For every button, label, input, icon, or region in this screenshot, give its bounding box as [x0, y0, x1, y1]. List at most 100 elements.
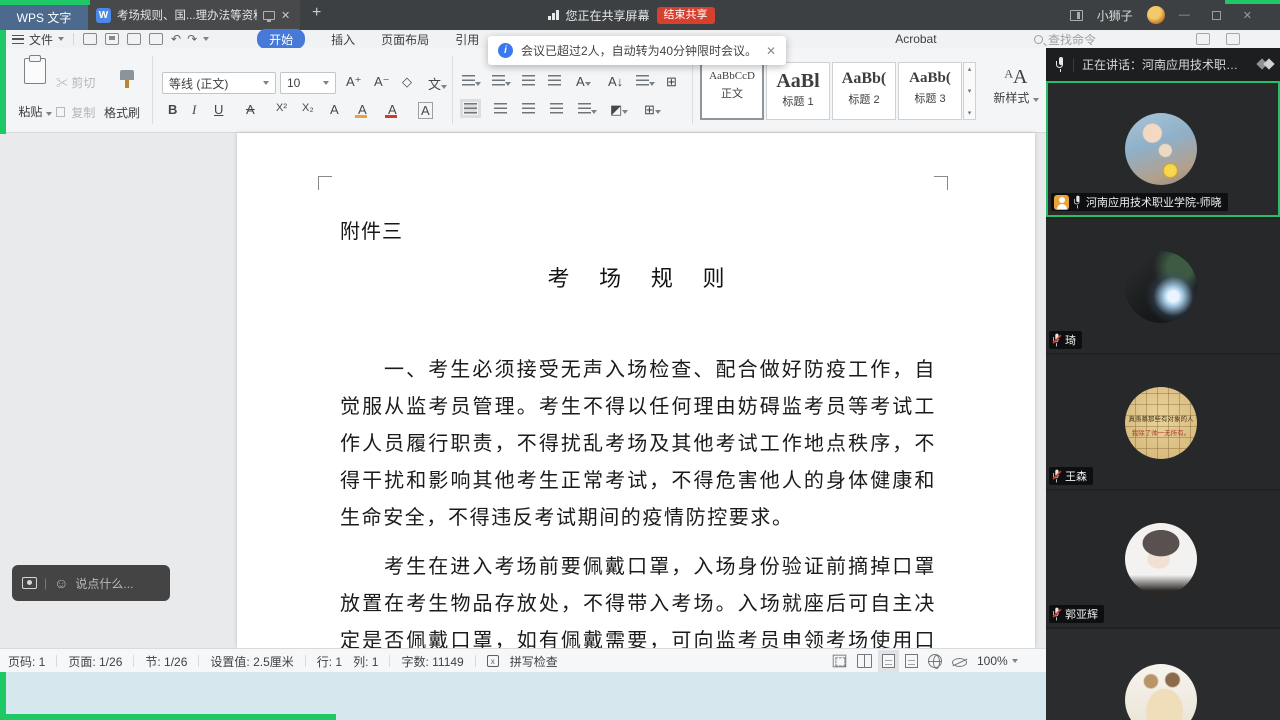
shrink-font-button[interactable]: A⁻: [374, 74, 390, 90]
participant-tile[interactable]: 郭亚辉: [1046, 491, 1280, 627]
fullscreen-view-icon[interactable]: [833, 655, 847, 668]
decrease-indent-button[interactable]: [522, 74, 535, 89]
settings-gear-icon[interactable]: [1226, 33, 1240, 45]
help-icon[interactable]: [1196, 33, 1210, 45]
style-heading3[interactable]: AaBb( 标题 3: [898, 62, 962, 120]
command-search[interactable]: 查找命令: [1034, 31, 1096, 48]
align-center-button[interactable]: [494, 102, 507, 117]
end-share-button[interactable]: 结束共享: [657, 7, 715, 24]
outline-view-icon[interactable]: [905, 654, 918, 668]
two-page-view-icon[interactable]: [857, 654, 872, 668]
hamburger-icon: [12, 35, 24, 44]
search-placeholder: 查找命令: [1048, 31, 1096, 48]
format-painter-icon[interactable]: [120, 70, 134, 80]
toast-close-icon[interactable]: ✕: [766, 44, 776, 58]
new-style-button[interactable]: ᴬA 新样式: [990, 66, 1042, 106]
superscript-button[interactable]: X²: [276, 102, 287, 114]
status-page[interactable]: 页面: 1/26: [68, 653, 122, 670]
italic-button[interactable]: I: [192, 102, 196, 118]
side-panel-icon[interactable]: [1070, 10, 1083, 21]
style-gallery-scroll[interactable]: ▴▾▾: [963, 62, 976, 120]
print-icon[interactable]: [127, 33, 141, 45]
participant-name: 郭亚辉: [1065, 606, 1098, 622]
shading-button[interactable]: ◩: [610, 102, 628, 118]
close-window-button[interactable]: ✕: [1243, 9, 1252, 22]
quickbar-more-icon[interactable]: [203, 37, 209, 41]
increase-indent-button[interactable]: [548, 74, 561, 89]
wps-titlebar: WPS 文字 W 考场规则、国...理办法等资料 ✕ + 您正在共享屏幕 结束共…: [0, 0, 1280, 30]
ribbon-tab-references[interactable]: 引用: [455, 31, 479, 48]
format-painter-button[interactable]: 格式刷: [104, 104, 140, 121]
paste-icon[interactable]: [24, 58, 46, 84]
borders-button[interactable]: ⊞: [644, 102, 661, 118]
print-preview-icon[interactable]: [149, 33, 163, 45]
open-file-icon[interactable]: [83, 33, 97, 45]
participant-tile[interactable]: 河南应用技术职业学院-师晓: [1046, 81, 1280, 217]
user-avatar[interactable]: [1147, 6, 1165, 24]
number-list-button[interactable]: [492, 74, 511, 89]
meeting-chat-bubble[interactable]: | ☺ 说点什么...: [12, 565, 170, 601]
document-title: 考 场 规 则: [237, 261, 1035, 293]
file-menu[interactable]: 文件: [0, 31, 64, 48]
minimize-button[interactable]: —: [1179, 9, 1190, 21]
justify-button[interactable]: [550, 102, 563, 117]
underline-button[interactable]: U: [214, 102, 223, 117]
print-layout-view-icon[interactable]: [882, 654, 895, 668]
spellcheck-icon: x: [487, 655, 499, 667]
redo-icon[interactable]: ↷: [187, 32, 197, 46]
screen-share-monitor-icon: [263, 11, 275, 20]
character-scale-button[interactable]: A: [576, 74, 591, 89]
web-layout-view-icon[interactable]: [928, 654, 942, 668]
participant-tile[interactable]: [1046, 629, 1280, 720]
ribbon-tab-acrobat[interactable]: Acrobat: [895, 32, 936, 46]
status-word-count[interactable]: 字数: 11149: [401, 653, 463, 670]
style-normal[interactable]: AaBbCcD 正文: [700, 62, 764, 120]
app-home-tab[interactable]: WPS 文字: [0, 5, 88, 30]
zoom-control[interactable]: 100%: [977, 654, 1018, 668]
maximize-button[interactable]: [1212, 11, 1221, 20]
clear-format-icon[interactable]: ◇: [402, 74, 412, 90]
align-right-button[interactable]: [522, 102, 535, 117]
text-effects-button[interactable]: A: [330, 102, 339, 117]
divider: [152, 56, 153, 124]
align-left-button[interactable]: [464, 102, 477, 117]
undo-icon[interactable]: ↶: [171, 32, 181, 46]
pinyin-guide-button[interactable]: 文: [428, 74, 447, 93]
highlight-color-button[interactable]: A: [358, 102, 367, 117]
document-tab[interactable]: W 考场规则、国...理办法等资料 ✕: [88, 0, 300, 30]
font-name-select[interactable]: 等线 (正文): [162, 72, 276, 94]
document-page[interactable]: 附件三 考 场 规 则 一、考生必须接受无声入场检查、配合做好防疫工作，自觉服从…: [237, 133, 1035, 648]
participant-avatar: [1125, 251, 1197, 323]
chat-input-placeholder[interactable]: 说点什么...: [75, 575, 133, 592]
ribbon-tab-page-layout[interactable]: 页面布局: [381, 31, 429, 48]
style-heading1[interactable]: AaBl 标题 1: [766, 62, 830, 120]
show-marks-button[interactable]: [636, 74, 655, 89]
insert-table-icon[interactable]: ⊞: [666, 74, 677, 90]
strikethrough-button[interactable]: A: [246, 102, 255, 117]
grow-font-button[interactable]: A⁺: [346, 74, 362, 90]
spellcheck-button[interactable]: 拼写检查: [510, 653, 558, 670]
avatar-caption: 我除了帅一无所有。: [1125, 427, 1197, 437]
ribbon-tab-home[interactable]: 开始: [257, 29, 305, 49]
subscript-button[interactable]: X₂: [302, 102, 314, 114]
mic-on-icon: [1074, 196, 1081, 209]
new-tab-button[interactable]: +: [312, 4, 321, 22]
participant-tile[interactable]: 真羡慕那些有对象的人 我除了帅一无所有。 王森: [1046, 355, 1280, 489]
participant-tile[interactable]: 琦: [1046, 219, 1280, 353]
style-heading2[interactable]: AaBb( 标题 2: [832, 62, 896, 120]
bullet-list-button[interactable]: [462, 74, 481, 89]
ribbon-tab-insert[interactable]: 插入: [331, 31, 355, 48]
character-border-button[interactable]: A: [418, 102, 433, 119]
cut-button[interactable]: ✂ 剪切: [56, 74, 95, 91]
emoji-icon[interactable]: ☺: [54, 576, 68, 590]
eye-protection-icon[interactable]: [952, 658, 967, 667]
sort-button[interactable]: A↓: [608, 74, 623, 89]
close-tab-icon[interactable]: ✕: [281, 9, 290, 22]
copy-button[interactable]: 复制: [56, 104, 95, 121]
bold-button[interactable]: B: [168, 102, 177, 117]
font-size-select[interactable]: 10: [280, 72, 336, 94]
line-spacing-button[interactable]: [578, 102, 597, 117]
save-icon[interactable]: [105, 33, 119, 45]
participant-name: 河南应用技术职业学院-师晓: [1086, 194, 1222, 210]
font-color-button[interactable]: A: [388, 102, 397, 117]
